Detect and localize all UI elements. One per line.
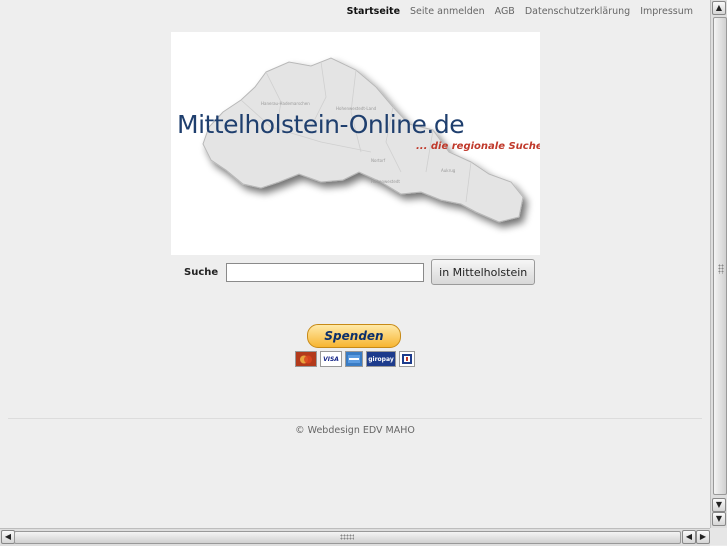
- svg-text:Aukrug: Aukrug: [441, 168, 456, 173]
- payment-cards: VISA giropay: [295, 351, 415, 367]
- amex-icon: [345, 351, 363, 367]
- nav-datenschutz[interactable]: Datenschutzerklärung: [520, 6, 635, 17]
- top-navigation: Startseite Seite anmelden AGB Datenschut…: [342, 6, 698, 17]
- search-form: Suche in Mittelholstein: [184, 259, 536, 285]
- nav-seite-anmelden[interactable]: Seite anmelden: [405, 6, 490, 17]
- footer-divider: [8, 418, 702, 419]
- search-input[interactable]: [226, 262, 425, 282]
- scroll-down-icon[interactable]: ▼: [712, 498, 726, 512]
- search-label: Suche: [184, 266, 219, 278]
- vertical-scroll-thumb[interactable]: [713, 17, 727, 495]
- horizontal-scrollbar[interactable]: ◀ ◀ ▶: [0, 528, 710, 546]
- footer-copyright: © Webdesign EDV MAHO: [295, 425, 415, 436]
- grip-icon: [340, 534, 354, 540]
- vertical-scrollbar[interactable]: ▲ ▼ ▼: [710, 0, 727, 528]
- donate-button[interactable]: Spenden: [307, 324, 401, 348]
- ec-icon: [399, 351, 415, 367]
- site-logo-subtitle: ... die regionale Suche: [416, 141, 540, 152]
- scroll-left-step-icon[interactable]: ◀: [682, 530, 696, 544]
- nav-agb[interactable]: AGB: [490, 6, 520, 17]
- svg-text:Hanerau-Hademarschen: Hanerau-Hademarschen: [261, 101, 310, 106]
- scroll-left-icon[interactable]: ◀: [1, 530, 15, 544]
- nav-startseite[interactable]: Startseite: [342, 6, 405, 17]
- scroll-down-step-icon[interactable]: ▼: [712, 512, 726, 526]
- scrollbar-corner: [710, 528, 727, 545]
- svg-text:Hohenwestedt: Hohenwestedt: [371, 179, 400, 184]
- grip-icon: [718, 264, 724, 274]
- horizontal-scroll-thumb[interactable]: [14, 531, 681, 544]
- giropay-icon: giropay: [366, 351, 396, 367]
- visa-icon: VISA: [320, 351, 342, 367]
- mastercard-icon: [295, 351, 317, 367]
- scroll-up-icon[interactable]: ▲: [712, 1, 726, 15]
- svg-text:Nortorf: Nortorf: [371, 158, 386, 163]
- site-logo-title: Mittelholstein-Online.de: [177, 110, 465, 139]
- search-button[interactable]: in Mittelholstein: [431, 259, 536, 285]
- site-banner: Hanerau-Hademarschen Hohenwestedt-Land N…: [171, 32, 540, 255]
- nav-impressum[interactable]: Impressum: [635, 6, 698, 17]
- page-viewport: Startseite Seite anmelden AGB Datenschut…: [0, 0, 710, 528]
- scroll-right-icon[interactable]: ▶: [696, 530, 710, 544]
